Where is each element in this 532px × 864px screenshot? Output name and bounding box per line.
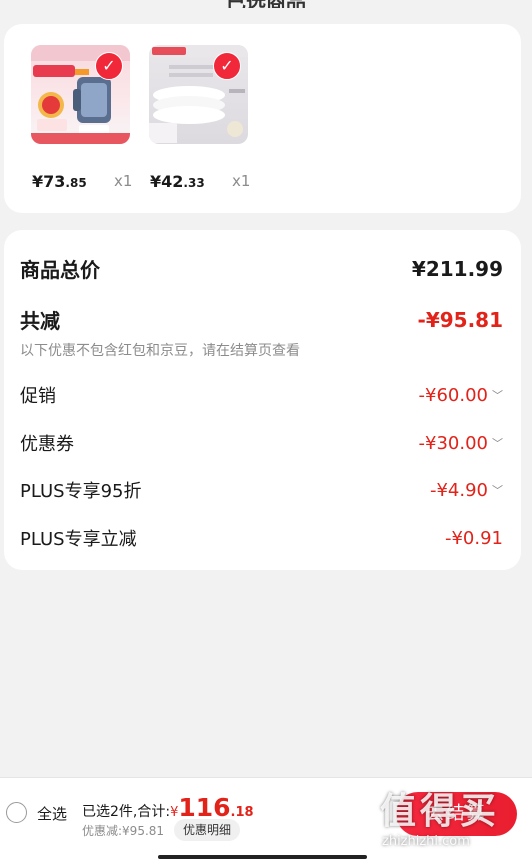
product-2-price: ¥42.33	[150, 172, 205, 191]
discount-value: -¥30.00	[418, 432, 488, 454]
discount-detail-button[interactable]: 优惠明细	[174, 819, 241, 841]
discount-label: 优惠券	[20, 434, 74, 455]
discount-row-plus-95[interactable]: PLUS专享95折 -¥4.90 ﹀	[20, 477, 503, 503]
discount-summary: 优惠减:¥95.81	[82, 824, 165, 838]
chevron-down-icon[interactable]: ﹀	[492, 435, 503, 451]
check-icon[interactable]: ✓	[213, 52, 241, 80]
total-summary: 已选2件,合计:¥116.18	[82, 793, 254, 822]
home-indicator[interactable]	[158, 855, 367, 859]
product-image-pillows[interactable]: ✓	[149, 45, 248, 144]
product-1-price: ¥73.85	[32, 172, 87, 191]
checkout-button[interactable]: 去结算	[396, 792, 517, 836]
total-reduction-row: 共减 -¥95.81	[20, 305, 503, 334]
total-price-value: ¥211.99	[411, 256, 503, 281]
product-1-qty: x1	[114, 172, 133, 190]
check-icon[interactable]: ✓	[95, 52, 123, 80]
select-all-radio[interactable]	[6, 802, 27, 823]
discount-row-promotion[interactable]: 促销 -¥60.00 ﹀	[20, 382, 503, 408]
chevron-down-icon[interactable]: ﹀	[492, 482, 503, 498]
selected-products-card: ✓ ¥73.85 x1 ✓ ¥42.33 x1	[4, 24, 521, 213]
discount-label: PLUS专享95折	[20, 481, 142, 502]
discount-value: -¥60.00	[418, 384, 488, 406]
product-2-qty: x1	[232, 172, 251, 190]
total-reduction-label: 共减	[20, 309, 60, 333]
discount-value: -¥0.91	[444, 527, 503, 549]
total-price-label: 商品总价	[20, 258, 100, 282]
checkout-bar: 全选 已选2件,合计:¥116.18 优惠减:¥95.81 优惠明细 去结算	[0, 777, 532, 864]
chevron-down-icon[interactable]: ﹀	[492, 387, 503, 403]
discount-row-plus-reduce: PLUS专享立减 -¥0.91	[20, 525, 503, 551]
product-item-1[interactable]: ✓	[31, 45, 130, 144]
total-amount-dec: .18	[230, 805, 254, 820]
product-item-2[interactable]: ✓	[149, 45, 248, 144]
page-title: 已选商品	[0, 0, 532, 8]
select-all-label[interactable]: 全选	[37, 803, 67, 824]
page-title-cut: 已选商品	[0, 0, 532, 8]
price-summary-card: 商品总价 ¥211.99 共减 -¥95.81 以下优惠不包含红包和京豆，请在结…	[4, 230, 521, 570]
discount-row-coupon[interactable]: 优惠券 -¥30.00 ﹀	[20, 430, 503, 456]
total-amount-int: 116	[178, 793, 231, 822]
total-reduction-value: -¥95.81	[417, 307, 503, 332]
product-image-water-pitcher[interactable]: ✓	[31, 45, 130, 144]
discount-note: 以下优惠不包含红包和京豆，请在结算页查看	[20, 343, 300, 359]
total-price-row: 商品总价 ¥211.99	[20, 254, 503, 283]
discount-value: -¥4.90	[429, 479, 488, 501]
discount-label: 促销	[20, 386, 56, 407]
discount-label: PLUS专享立减	[20, 529, 137, 550]
summary-prefix: 已选2件,合计:	[82, 804, 171, 820]
